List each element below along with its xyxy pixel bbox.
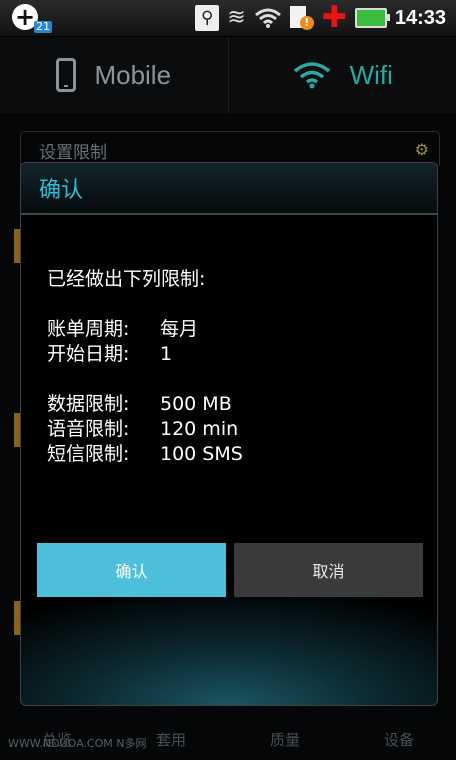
start-date-label: 开始日期: [47, 343, 130, 365]
sms-limit-label: 短信限制: [47, 443, 130, 465]
data-limit-value: 500 MB [160, 393, 232, 415]
tab-mobile-label: Mobile [94, 59, 172, 90]
alert-icon: ! [289, 4, 314, 32]
wifi-signal-icon [254, 8, 281, 28]
start-date-row: 开始日期: 1 [47, 342, 437, 367]
status-bar: + 21 ⚲ ≋ ! ✚ 14:33 [0, 0, 456, 37]
phone-icon [56, 58, 77, 92]
battery-charging-icon [354, 8, 390, 28]
nav-item-device[interactable]: 设备 [342, 720, 456, 760]
clock: 14:33 [394, 7, 446, 29]
start-date-value: 1 [160, 343, 173, 365]
sync-icon: ≋ [227, 5, 246, 30]
tab-wifi[interactable]: Wifi [229, 37, 456, 113]
data-limit-row: 数据限制: 500 MB [47, 392, 437, 417]
cancel-button[interactable]: 取消 [234, 543, 423, 597]
voice-limit-row: 语音限制: 120 min [47, 417, 437, 442]
medical-cross-icon: ✚ [321, 0, 347, 35]
sms-limit-value: 100 SMS [160, 443, 243, 465]
voice-limit-value: 120 min [160, 418, 239, 440]
confirm-button[interactable]: 确认 [37, 543, 226, 597]
dialog-title: 确认 [39, 178, 84, 203]
wifi-icon [293, 62, 330, 89]
usb-icon: ⚲ [195, 5, 220, 31]
notification-area[interactable]: + 21 [12, 4, 52, 34]
watermark: WWW.NDUOA.COM N多网 [8, 737, 147, 750]
data-limit-label: 数据限制: [47, 393, 130, 415]
confirm-dialog: 确认 已经做出下列限制: 账单周期: 每月 开始日期: 1 数据限制: 500 … [20, 162, 438, 706]
billing-cycle-value: 每月 [160, 318, 199, 340]
dialog-intro: 已经做出下列限制: [47, 268, 206, 290]
billing-cycle-label: 账单周期: [47, 318, 130, 340]
setting-limit-label: 设置限制 [39, 143, 107, 163]
notification-badge: 21 [34, 20, 52, 33]
dialog-buttons: 确认 取消 [37, 543, 423, 597]
tab-wifi-label: Wifi [349, 59, 393, 90]
nav-item-quality[interactable]: 质量 [228, 720, 342, 760]
gear-icon: ⚙ [414, 140, 429, 159]
network-tabs: Mobile Wifi [0, 37, 456, 113]
setting-limit-row[interactable]: 设置限制 ⚙ [20, 131, 440, 166]
voice-limit-label: 语音限制: [47, 418, 130, 440]
sms-limit-row: 短信限制: 100 SMS [47, 442, 437, 467]
tab-mobile[interactable]: Mobile [0, 37, 229, 113]
dialog-body: 已经做出下列限制: 账单周期: 每月 开始日期: 1 数据限制: 500 MB … [21, 215, 437, 467]
billing-cycle-row: 账单周期: 每月 [47, 317, 437, 342]
dialog-header: 确认 [21, 163, 437, 215]
status-icons: ⚲ ≋ ! ✚ 14:33 [195, 0, 446, 36]
